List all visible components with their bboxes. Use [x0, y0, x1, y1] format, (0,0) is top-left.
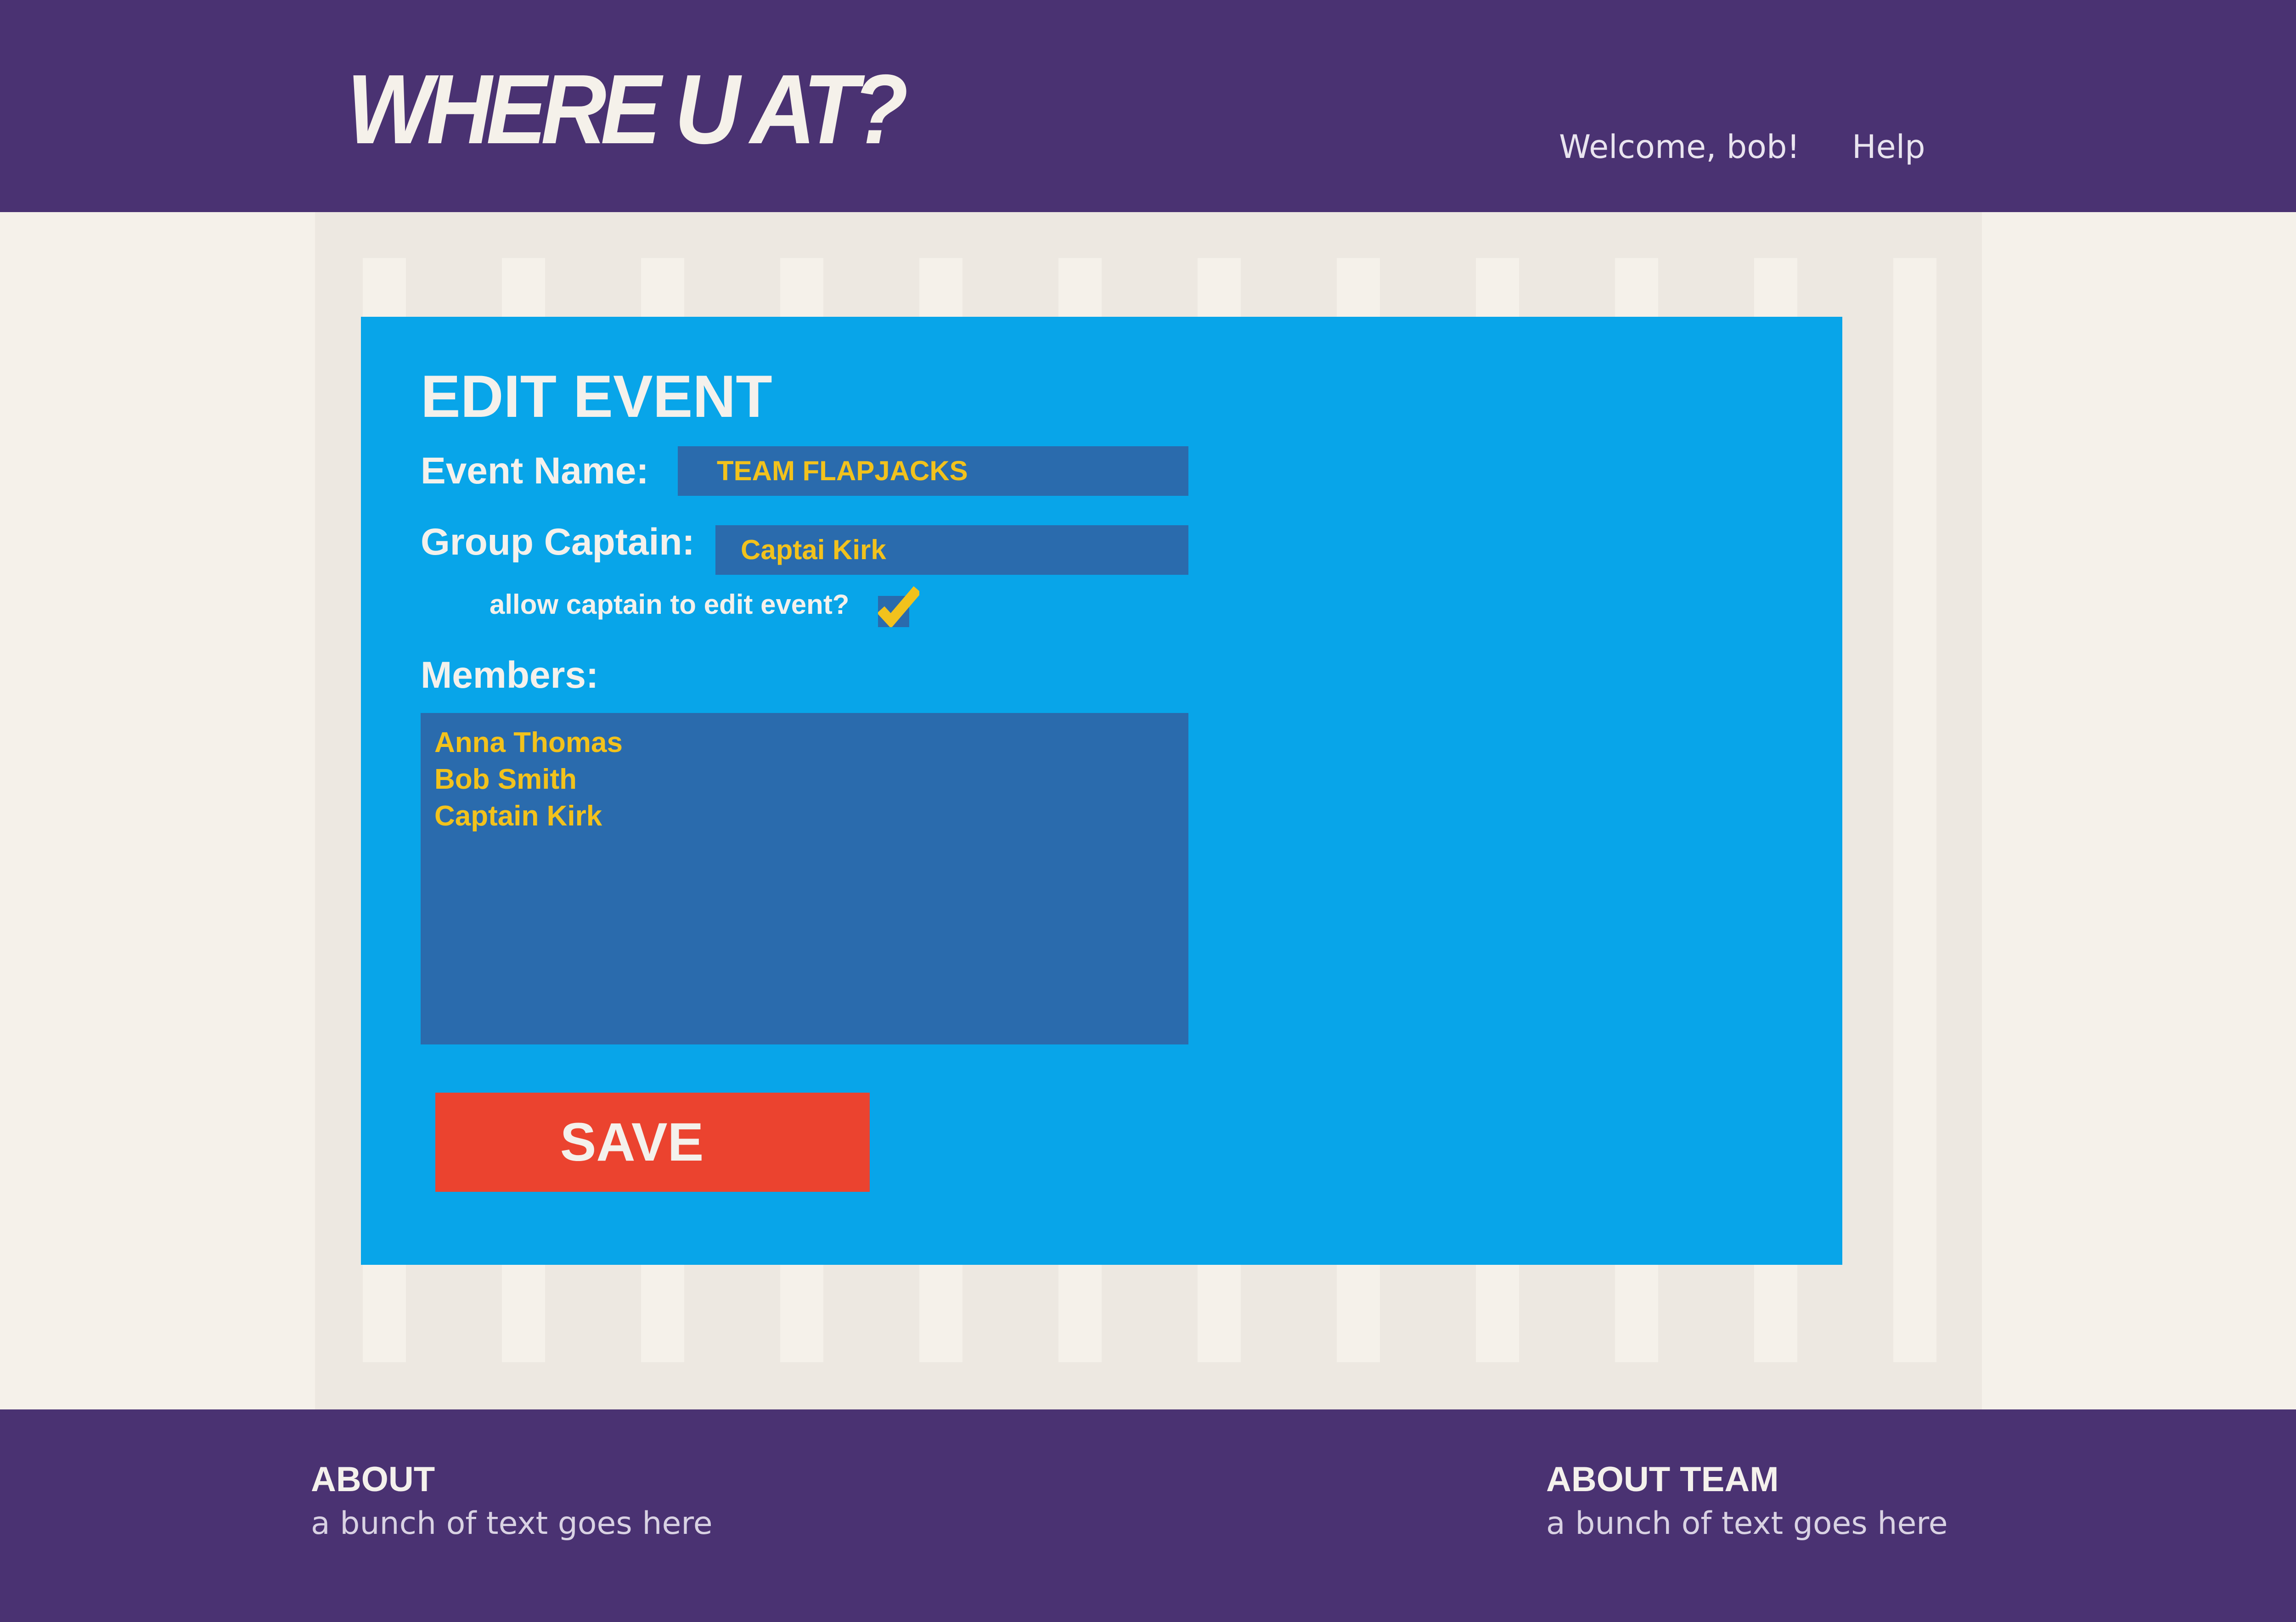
- list-item[interactable]: Captain Kirk: [434, 798, 1175, 835]
- allow-captain-edit-checkbox[interactable]: [877, 586, 922, 629]
- save-button[interactable]: SAVE: [435, 1093, 870, 1192]
- checkmark-icon: [877, 586, 922, 629]
- edit-event-card: EDIT EVENT Event Name: TEAM FLAPJACKS Gr…: [361, 317, 1842, 1265]
- about-text: a bunch of text goes here: [311, 1505, 713, 1542]
- members-label: Members:: [421, 654, 599, 696]
- header-bar: WHERE U AT? Welcome, bob! Help: [0, 0, 2296, 212]
- members-list[interactable]: Anna Thomas Bob Smith Captain Kirk: [421, 713, 1188, 1044]
- list-item[interactable]: Bob Smith: [434, 761, 1175, 798]
- page-title: EDIT EVENT: [421, 363, 772, 430]
- group-captain-label: Group Captain:: [421, 521, 695, 563]
- allow-captain-edit-label: allow captain to edit event?: [490, 589, 850, 620]
- list-item[interactable]: Anna Thomas: [434, 724, 1175, 761]
- background-stripe: [1893, 258, 1936, 1362]
- footer: ABOUT a bunch of text goes here ABOUT TE…: [0, 1409, 2296, 1622]
- event-name-label: Event Name:: [421, 450, 649, 492]
- help-link[interactable]: Help: [1852, 131, 1925, 163]
- about-team-text: a bunch of text goes here: [1546, 1505, 1948, 1542]
- group-captain-input[interactable]: Captai Kirk: [715, 525, 1188, 575]
- welcome-user-link[interactable]: Welcome, bob!: [1559, 131, 1800, 163]
- app-logo[interactable]: WHERE U AT?: [347, 60, 908, 158]
- about-title: ABOUT: [311, 1460, 435, 1499]
- about-team-title: ABOUT TEAM: [1546, 1460, 1779, 1499]
- event-name-input[interactable]: TEAM FLAPJACKS: [678, 446, 1188, 496]
